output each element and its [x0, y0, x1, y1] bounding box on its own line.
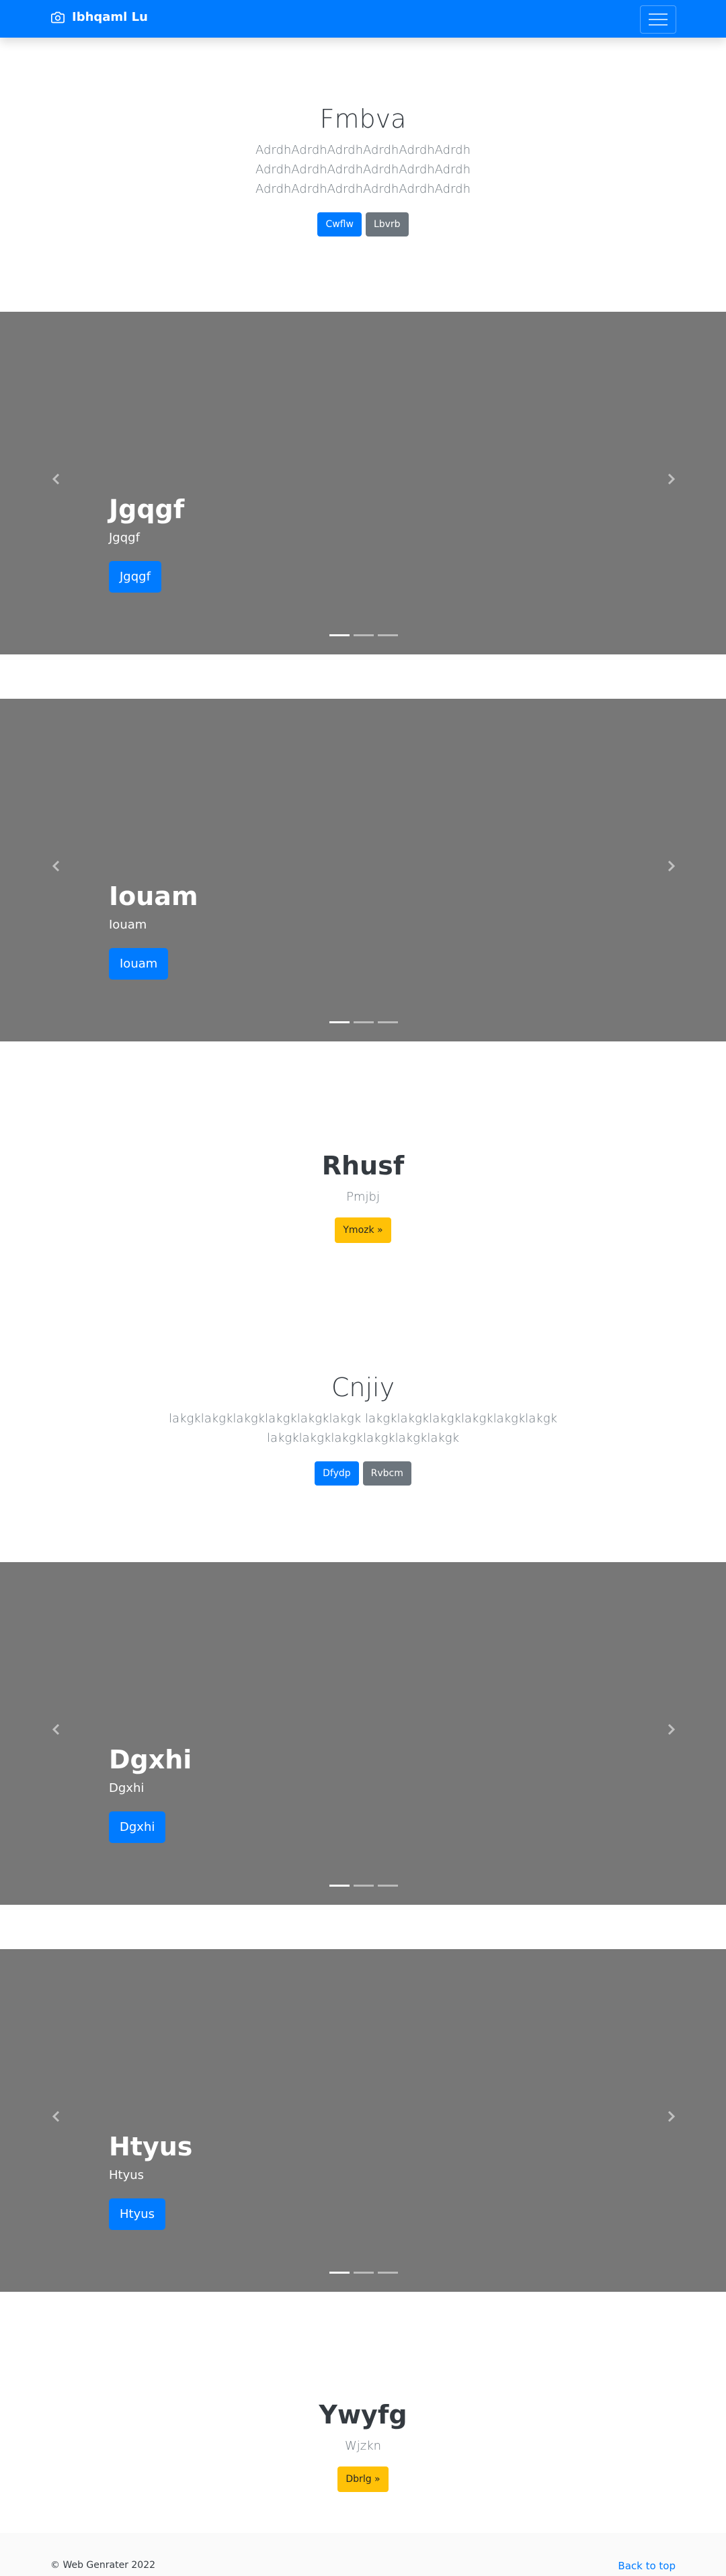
brand-name: Ibhqaml Lu	[72, 10, 148, 24]
jumbotron-lead: AdrdhAdrdhAdrdhAdrdhAdrdhAdrdh AdrdhAdrd…	[255, 143, 471, 196]
carousel-1: Jgqgf Jgqgf Jgqgf	[0, 312, 726, 654]
brand-link[interactable]: Ibhqaml Lu	[50, 10, 148, 24]
navbar-toggle-button[interactable]	[640, 5, 676, 34]
hamburger-icon	[649, 13, 668, 15]
carousel-text: Htyus	[109, 2168, 145, 2182]
camera-icon	[51, 11, 65, 23]
navbar: Ibhqaml Lu	[0, 0, 726, 38]
carousel-caption: Htyus Htyus Htyus	[109, 2132, 192, 2230]
jumbotron-2: Cnjiy lakgklakgklakgklakgklakgklakgk lak…	[0, 1373, 726, 1486]
chevron-right-icon[interactable]	[663, 471, 679, 487]
carousel-caption: Iouam Iouam Iouam	[109, 882, 198, 980]
footer-copyright: © Web Genrater 2022	[50, 2560, 156, 2571]
carousel-indicator[interactable]	[378, 2272, 398, 2274]
jumbotron-lead: lakgklakgklakgklakgklakgklakgk lakgklakg…	[169, 1412, 557, 1445]
carousel-indicator[interactable]	[329, 1885, 350, 1887]
chevron-left-icon[interactable]	[48, 471, 65, 487]
feature-text: Pmjbj	[346, 1190, 380, 1204]
chevron-right-icon[interactable]	[663, 2108, 679, 2124]
carousel-button[interactable]: Htyus	[109, 2198, 166, 2230]
carousel-title: Htyus	[109, 2132, 193, 2161]
carousel-text: Iouam	[109, 918, 147, 932]
carousel-4: Htyus Htyus Htyus	[0, 1949, 726, 2292]
carousel-title: Iouam	[109, 882, 198, 911]
chevron-left-icon[interactable]	[48, 858, 65, 874]
carousel-indicators	[329, 2272, 398, 2274]
carousel-indicator[interactable]	[354, 2272, 374, 2274]
carousel-caption: Jgqgf Jgqgf Jgqgf	[109, 495, 184, 593]
footer: © Web Genrater 2022 Back to top	[0, 2533, 726, 2576]
carousel-indicator[interactable]	[354, 634, 374, 636]
carousel-title: Dgxhi	[109, 1745, 192, 1774]
chevron-left-icon[interactable]	[48, 2108, 65, 2124]
back-to-top-link[interactable]: Back to top	[618, 2560, 676, 2572]
carousel-button[interactable]: Jgqgf	[109, 561, 161, 593]
carousel-indicator[interactable]	[378, 634, 398, 636]
chevron-right-icon[interactable]	[663, 858, 679, 874]
carousel-indicators	[329, 1885, 398, 1887]
carousel-text: Dgxhi	[109, 1781, 145, 1795]
feature-text: Wjzkn	[344, 2439, 382, 2453]
chevron-right-icon[interactable]	[663, 1721, 679, 1737]
carousel-text: Jgqgf	[109, 531, 140, 545]
carousel-indicator[interactable]	[329, 634, 350, 636]
carousel-indicator[interactable]	[329, 2272, 350, 2274]
carousel-button[interactable]: Dgxhi	[109, 1811, 166, 1843]
carousel-2: Iouam Iouam Iouam	[0, 699, 726, 1041]
primary-button[interactable]: Cwflw	[317, 212, 362, 237]
carousel-indicator[interactable]	[354, 1021, 374, 1023]
carousel-indicator[interactable]	[354, 1885, 374, 1887]
secondary-button[interactable]: Lbvrb	[365, 212, 409, 237]
feature-title: Ywyfg	[319, 2400, 407, 2430]
carousel-title: Jgqgf	[109, 495, 185, 524]
jumbotron-title: Cnjiy	[331, 1373, 395, 1402]
jumbotron-title: Fmbva	[319, 104, 407, 134]
feature-1: Rhusf Pmjbj Ymozk »	[0, 1151, 726, 1243]
carousel-indicator[interactable]	[329, 1021, 350, 1023]
carousel-button[interactable]: Iouam	[109, 948, 169, 980]
chevron-left-icon[interactable]	[48, 1721, 65, 1737]
secondary-button[interactable]: Rvbcm	[362, 1461, 411, 1486]
feature-2: Ywyfg Wjzkn Dbrlg »	[0, 2400, 726, 2492]
carousel-3: Dgxhi Dgxhi Dgxhi	[0, 1562, 726, 1905]
feature-button[interactable]: Dbrlg »	[337, 2466, 389, 2492]
carousel-indicator[interactable]	[378, 1885, 398, 1887]
carousel-indicators	[329, 1021, 398, 1023]
carousel-indicator[interactable]	[378, 1021, 398, 1023]
feature-title: Rhusf	[321, 1151, 405, 1180]
primary-button[interactable]: Dfydp	[315, 1461, 359, 1486]
carousel-indicators	[329, 634, 398, 636]
jumbotron-1: Fmbva AdrdhAdrdhAdrdhAdrdhAdrdhAdrdh Adr…	[0, 104, 726, 237]
carousel-caption: Dgxhi Dgxhi Dgxhi	[109, 1745, 192, 1843]
feature-button[interactable]: Ymozk »	[335, 1217, 391, 1243]
